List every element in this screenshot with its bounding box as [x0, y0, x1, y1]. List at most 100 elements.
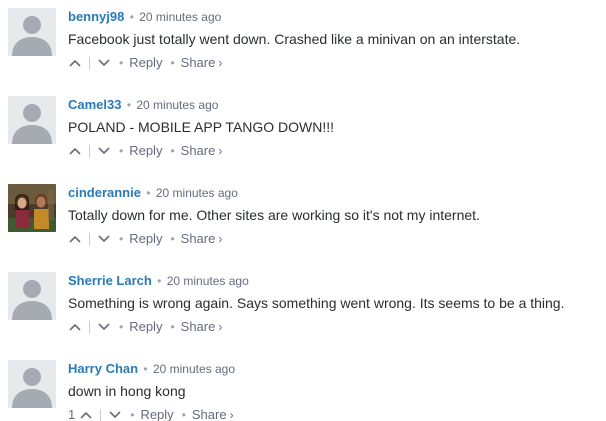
downvote-button[interactable]	[97, 322, 111, 332]
default-avatar-icon	[8, 96, 56, 144]
comment-meta: Sherrie Larch • 20 minutes ago	[68, 273, 249, 289]
vote-divider	[89, 320, 90, 334]
share-button[interactable]: Share ›	[181, 319, 223, 335]
meta-separator: •	[126, 10, 138, 24]
share-label: Share	[180, 319, 216, 334]
comment-item: cinderannie • 20 minutes ago Totally dow…	[0, 184, 606, 264]
vote-divider	[89, 56, 90, 70]
comment-meta: cinderannie • 20 minutes ago	[68, 185, 238, 201]
comment-body: Facebook just totally went down. Crashed…	[68, 31, 521, 47]
footer-separator: •	[119, 144, 124, 158]
chevron-right-icon: ›	[218, 320, 223, 334]
chevron-up-icon	[69, 235, 81, 243]
comment-item: Sherrie Larch • 20 minutes ago Something…	[0, 272, 606, 352]
comment-timestamp[interactable]: 20 minutes ago	[136, 98, 218, 112]
meta-separator: •	[140, 362, 151, 376]
avatar[interactable]	[8, 272, 56, 320]
upvote-button[interactable]	[68, 234, 82, 244]
chevron-up-icon	[80, 411, 92, 419]
chevron-down-icon	[98, 235, 110, 243]
vote-divider	[89, 144, 90, 158]
comment-body: POLAND - MOBILE APP TANGO DOWN!!!	[68, 119, 335, 135]
chevron-down-icon	[98, 147, 110, 155]
comment-meta: Harry Chan • 20 minutes ago	[68, 361, 235, 377]
share-label: Share	[180, 143, 216, 158]
comment-timestamp[interactable]: 20 minutes ago	[156, 186, 238, 200]
author-name[interactable]: bennyj98	[68, 9, 124, 24]
chevron-right-icon: ›	[229, 408, 234, 421]
author-name[interactable]: cinderannie	[68, 185, 141, 200]
footer-separator: •	[170, 144, 175, 158]
footer-separator: •	[170, 56, 175, 70]
downvote-button[interactable]	[97, 58, 111, 68]
vote-count: 1	[68, 407, 76, 421]
avatar[interactable]	[8, 8, 56, 56]
comment-meta: Camel33 • 20 minutes ago	[68, 97, 218, 113]
footer-separator: •	[170, 232, 175, 246]
footer-separator: •	[130, 408, 135, 421]
reply-button[interactable]: Reply	[129, 143, 162, 159]
avatar[interactable]	[8, 184, 56, 232]
reply-button[interactable]: Reply	[129, 319, 162, 335]
chevron-down-icon	[109, 411, 121, 419]
downvote-button[interactable]	[97, 234, 111, 244]
reply-button[interactable]: Reply	[129, 55, 162, 71]
reply-button[interactable]: Reply	[129, 231, 162, 247]
downvote-button[interactable]	[97, 146, 111, 156]
avatar[interactable]	[8, 360, 56, 408]
comment-item: Camel33 • 20 minutes ago POLAND - MOBILE…	[0, 96, 606, 176]
comment-body: Something is wrong again. Says something…	[68, 295, 565, 311]
meta-separator: •	[123, 98, 135, 112]
avatar[interactable]	[8, 96, 56, 144]
upvote-button[interactable]	[68, 58, 82, 68]
photo-avatar-icon	[8, 184, 56, 232]
meta-separator: •	[142, 186, 154, 200]
share-label: Share	[180, 231, 216, 246]
vote-divider	[89, 232, 90, 246]
comment-item: Harry Chan • 20 minutes ago down in hong…	[0, 360, 606, 421]
default-avatar-icon	[8, 360, 56, 408]
comment-timestamp[interactable]: 20 minutes ago	[139, 10, 221, 24]
share-button[interactable]: Share ›	[181, 55, 223, 71]
comment-footer: • Reply • Share ›	[68, 231, 222, 247]
chevron-right-icon: ›	[218, 56, 223, 70]
default-avatar-icon	[8, 272, 56, 320]
default-avatar-icon	[8, 8, 56, 56]
comment-footer: • Reply • Share ›	[68, 319, 222, 335]
footer-separator: •	[119, 320, 124, 334]
comment-footer: • Reply • Share ›	[68, 55, 222, 71]
share-label: Share	[191, 407, 227, 421]
comment-thread: bennyj98 • 20 minutes ago Facebook just …	[0, 0, 606, 421]
author-name[interactable]: Harry Chan	[68, 361, 138, 376]
comment-body: Totally down for me. Other sites are wor…	[68, 207, 480, 223]
footer-separator: •	[119, 232, 124, 246]
vote-divider	[100, 408, 102, 421]
share-button[interactable]: Share ›	[181, 231, 223, 247]
chevron-down-icon	[98, 59, 110, 67]
comment-meta: bennyj98 • 20 minutes ago	[68, 9, 221, 25]
share-label: Share	[180, 55, 216, 70]
share-button[interactable]: Share ›	[181, 143, 223, 159]
footer-separator: •	[170, 320, 175, 334]
upvote-button[interactable]: 1	[68, 407, 93, 421]
comment-body: down in hong kong	[68, 383, 186, 399]
downvote-button[interactable]	[108, 410, 122, 420]
upvote-button[interactable]	[68, 322, 82, 332]
share-button[interactable]: Share ›	[192, 407, 234, 421]
chevron-up-icon	[69, 147, 81, 155]
upvote-button[interactable]	[68, 146, 82, 156]
chevron-right-icon: ›	[218, 144, 223, 158]
chevron-up-icon	[69, 323, 81, 331]
author-name[interactable]: Camel33	[68, 97, 121, 112]
chevron-right-icon: ›	[218, 232, 223, 246]
footer-separator: •	[119, 56, 124, 70]
author-name[interactable]: Sherrie Larch	[68, 273, 152, 288]
reply-button[interactable]: Reply	[140, 407, 173, 421]
chevron-down-icon	[98, 323, 110, 331]
comment-timestamp[interactable]: 20 minutes ago	[167, 274, 249, 288]
comment-footer: 1 • Reply • Share ›	[68, 407, 234, 421]
comment-item: bennyj98 • 20 minutes ago Facebook just …	[0, 8, 606, 88]
comment-footer: • Reply • Share ›	[68, 143, 222, 159]
footer-separator: •	[181, 408, 186, 421]
comment-timestamp[interactable]: 20 minutes ago	[153, 362, 235, 376]
